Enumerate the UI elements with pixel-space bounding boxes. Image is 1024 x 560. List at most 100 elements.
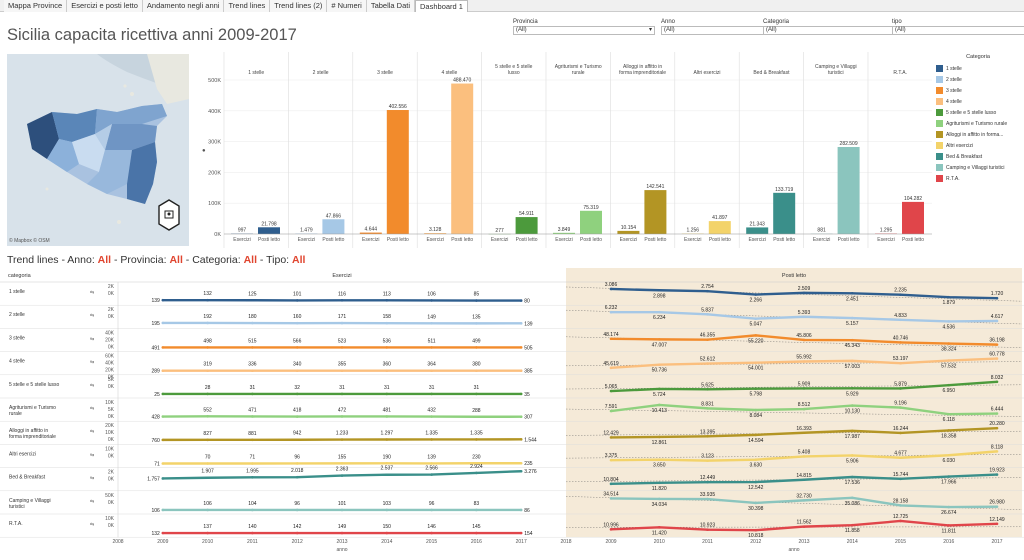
data-point[interactable] — [385, 438, 389, 441]
data-point[interactable] — [430, 531, 433, 535]
data-point[interactable] — [995, 412, 999, 415]
data-point[interactable] — [519, 469, 523, 473]
data-point[interactable] — [850, 291, 854, 295]
data-point[interactable] — [609, 482, 613, 486]
data-point[interactable] — [385, 321, 389, 325]
tab-trend-lines-2-[interactable]: Trend lines (2) — [270, 0, 328, 12]
data-point[interactable] — [295, 415, 299, 418]
data-point[interactable] — [802, 431, 806, 435]
data-point[interactable] — [995, 319, 999, 323]
data-point[interactable] — [295, 321, 299, 325]
data-point[interactable] — [850, 387, 854, 390]
data-point[interactable] — [430, 462, 433, 465]
data-point[interactable] — [754, 528, 758, 532]
swap-icon[interactable]: ⇆ — [90, 429, 94, 435]
data-point[interactable] — [161, 477, 165, 480]
bar-chart[interactable]: 0K 100K 200K 300K 400K 500K ● 1 stelle 997 Eserci… — [198, 52, 932, 248]
data-point[interactable] — [802, 499, 806, 502]
data-point[interactable] — [340, 474, 344, 477]
data-point[interactable] — [161, 508, 165, 512]
swap-icon[interactable]: ⇆ — [90, 522, 94, 528]
data-point[interactable] — [706, 528, 709, 532]
bar[interactable] — [617, 230, 640, 234]
data-point[interactable] — [609, 436, 613, 439]
bar[interactable] — [644, 190, 667, 234]
data-point[interactable] — [206, 508, 209, 512]
data-point[interactable] — [657, 497, 661, 501]
data-point[interactable] — [850, 523, 854, 527]
data-point[interactable] — [519, 461, 523, 465]
data-point[interactable] — [609, 409, 613, 413]
data-point[interactable] — [295, 462, 299, 465]
data-point[interactable] — [947, 383, 951, 387]
data-point[interactable] — [802, 360, 806, 363]
data-point[interactable] — [754, 501, 758, 505]
data-point[interactable] — [519, 392, 523, 396]
bar[interactable] — [773, 192, 796, 234]
data-point[interactable] — [657, 288, 661, 292]
data-point[interactable] — [295, 508, 299, 512]
filter-dropdown[interactable]: (All)▾ — [763, 26, 905, 35]
data-point[interactable] — [947, 359, 951, 362]
bar[interactable] — [258, 227, 280, 234]
trend-lines-chart[interactable]: categoria Esercizi Posti letto1 stelle ⇆2K0… — [0, 268, 1024, 560]
filter-tipo[interactable]: tipo (All)▾ — [892, 18, 1024, 35]
data-point[interactable] — [802, 455, 806, 458]
data-point[interactable] — [947, 524, 951, 527]
bar[interactable] — [580, 210, 602, 234]
data-point[interactable] — [519, 299, 523, 302]
data-point[interactable] — [609, 497, 613, 500]
data-point[interactable] — [995, 450, 999, 453]
tab-trend-lines[interactable]: Trend lines — [224, 0, 271, 12]
legend-item[interactable]: Agriturismi e Turismo rurale — [936, 118, 1020, 129]
data-point[interactable] — [475, 322, 478, 325]
data-point[interactable] — [995, 357, 999, 360]
data-point[interactable] — [385, 531, 389, 535]
data-point[interactable] — [947, 505, 951, 509]
data-point[interactable] — [206, 531, 209, 535]
map-canvas[interactable] — [7, 54, 189, 246]
data-point[interactable] — [754, 458, 758, 461]
data-point[interactable] — [706, 313, 709, 316]
data-point[interactable] — [295, 346, 299, 349]
data-point[interactable] — [251, 476, 254, 479]
legend-item[interactable]: 5 stelle e 5 stelle lusso — [936, 107, 1020, 118]
data-point[interactable] — [475, 531, 478, 535]
data-point[interactable] — [206, 462, 209, 465]
data-point[interactable] — [475, 471, 478, 475]
swap-icon[interactable]: ⇆ — [90, 476, 94, 482]
data-point[interactable] — [706, 338, 709, 341]
data-point[interactable] — [475, 369, 478, 373]
data-point[interactable] — [251, 392, 254, 396]
data-point[interactable] — [340, 321, 344, 325]
data-point[interactable] — [295, 475, 299, 479]
data-point[interactable] — [385, 392, 389, 396]
data-point[interactable] — [385, 299, 389, 302]
data-point[interactable] — [754, 334, 758, 337]
data-point[interactable] — [609, 287, 613, 291]
data-point[interactable] — [850, 359, 854, 363]
data-point[interactable] — [161, 392, 165, 396]
bar[interactable] — [746, 227, 769, 234]
legend-item[interactable]: 4 stelle — [936, 96, 1020, 107]
data-point[interactable] — [161, 438, 165, 442]
data-point[interactable] — [251, 369, 254, 373]
data-point[interactable] — [251, 462, 254, 465]
data-point[interactable] — [754, 361, 758, 365]
data-point[interactable] — [754, 433, 758, 437]
data-point[interactable] — [995, 296, 999, 300]
chevron-down-icon[interactable]: ▾ — [649, 27, 652, 34]
data-point[interactable] — [340, 299, 344, 302]
data-point[interactable] — [475, 392, 478, 396]
data-point[interactable] — [295, 369, 299, 373]
data-point[interactable] — [947, 342, 951, 345]
filter-categoria[interactable]: Categoria (All)▾ — [763, 18, 905, 35]
data-point[interactable] — [519, 438, 523, 441]
data-point[interactable] — [850, 496, 854, 500]
data-point[interactable] — [754, 408, 758, 412]
data-point[interactable] — [609, 310, 613, 314]
data-point[interactable] — [609, 389, 613, 393]
data-point[interactable] — [754, 387, 758, 391]
data-point[interactable] — [850, 338, 854, 342]
data-point[interactable] — [206, 298, 209, 302]
